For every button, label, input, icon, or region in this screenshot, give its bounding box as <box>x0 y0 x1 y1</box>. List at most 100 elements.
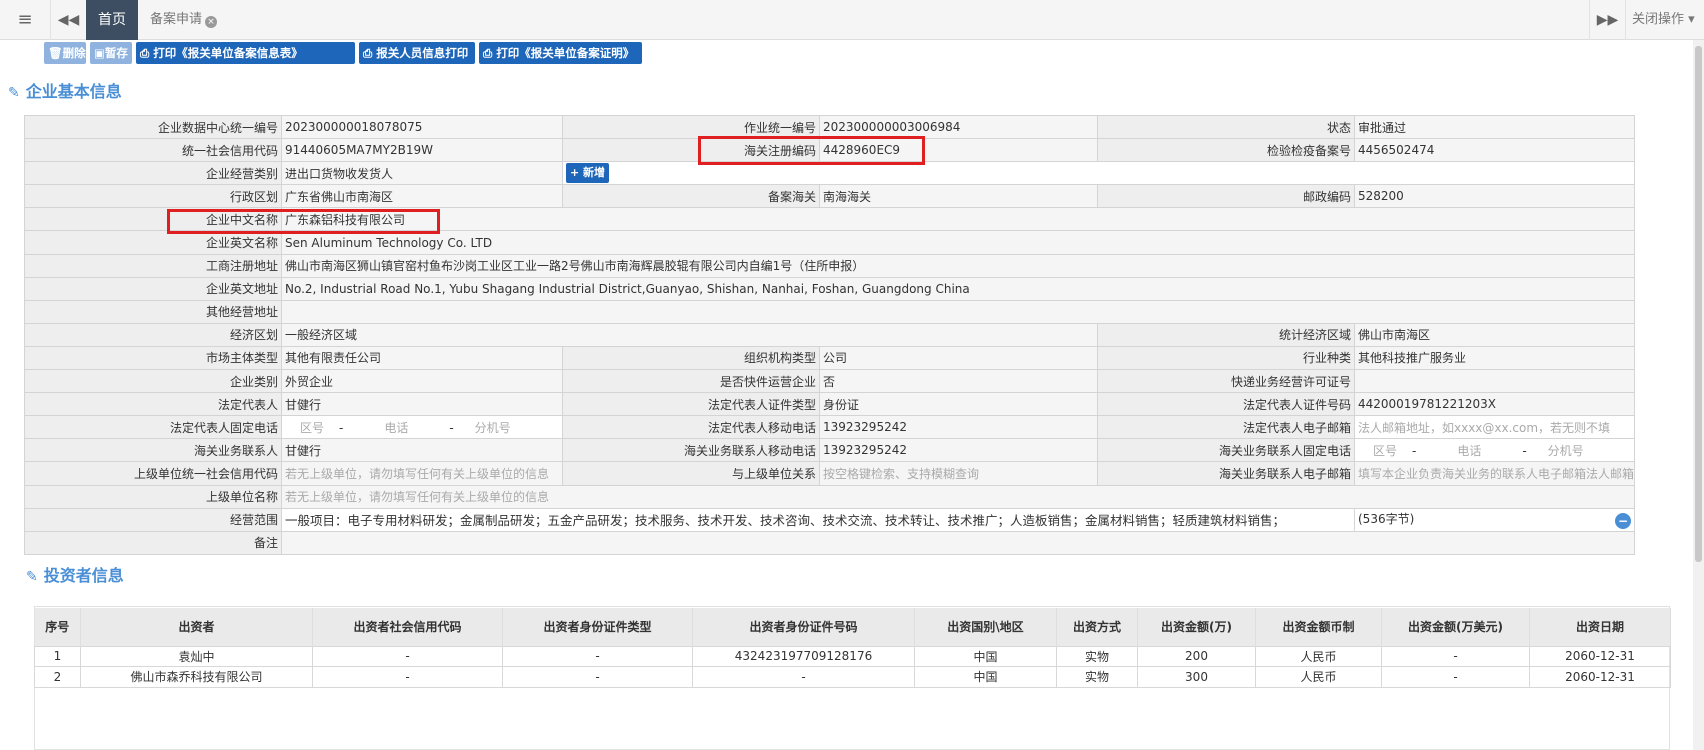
table-row: 统一社会信用代码 91440605MA7MY2B19W 海关注册编码 4428960… <box>24 138 1635 163</box>
field-label: 海关注册编码 <box>562 138 820 163</box>
legal-rep-email-input[interactable]: 法人邮箱地址，如xxxx@xx.com，若无则不填 <box>1354 415 1635 440</box>
field-value: 一般经济区域 <box>281 322 1098 347</box>
field-value: 甘健行 <box>281 438 563 463</box>
print-unit-cert-button[interactable]: ⎙ 打印《报关单位备案证明》 <box>479 42 642 64</box>
column-header: 出资金额币制 <box>1255 608 1382 646</box>
table-row: 备注 <box>24 530 1635 555</box>
column-header: 出资金额(万) <box>1137 608 1256 646</box>
field-label: 检验检疫备案号 <box>1097 138 1355 163</box>
table-row[interactable]: 2 佛山市森乔科技有限公司 - - - 中国 实物 300 人民币 -2060-12-31 <box>34 666 1671 688</box>
menu-icon[interactable]: ≡ <box>0 0 50 40</box>
express-license-field[interactable] <box>1354 369 1635 394</box>
table-row: 经济区划 一般经济区域 统计经济区域 佛山市南海区 <box>24 322 1635 347</box>
field-value: 佛山市南海区 <box>1354 322 1635 347</box>
delete-button[interactable]: 🗑删除 <box>44 42 86 64</box>
byte-count: (536字节) <box>1358 512 1415 527</box>
temp-save-button[interactable]: ▣暂存 <box>90 42 132 64</box>
field-label: 备案海关 <box>562 184 820 209</box>
temp-save-label: 暂存 <box>104 46 128 60</box>
close-tab-icon[interactable]: × <box>205 16 218 28</box>
table-cell: 中国 <box>914 666 1057 688</box>
table-cell: 实物 <box>1056 645 1138 667</box>
extension-input[interactable]: 分机号 <box>1527 442 1605 459</box>
business-scope-counter: (536字节) − <box>1354 507 1635 532</box>
table-row: 企业中文名称 广东森铝科技有限公司 <box>24 207 1635 232</box>
column-header: 出资者身份证件号码 <box>692 608 915 646</box>
company-name-value: 广东森铝科技有限公司 <box>281 207 1635 232</box>
print-personnel-button[interactable]: ⎙ 报关人员信息打印 <box>359 42 475 64</box>
field-label: 统计经济区域 <box>1097 322 1355 347</box>
enterprise-info-table: 企业数据中心统一编号 202300000018078075 作业统一编号 20230… <box>24 114 1635 555</box>
table-row: 工商注册地址 佛山市南海区狮山镇官窑村鱼布沙岗工业区工业一路2号佛山市南海辉晨胶辊… <box>24 253 1635 278</box>
field-value: 4456502474 <box>1354 138 1635 163</box>
contact-email-input[interactable]: 填写本企业负责海关业务的联系人电子邮箱法人邮箱 <box>1354 461 1635 486</box>
parent-name-input[interactable]: 若无上级单位，请勿填写任何有关上级单位的信息 <box>281 484 1635 509</box>
table-cell: 人民币 <box>1255 666 1382 688</box>
tab-filing-application[interactable]: 备案申请 × <box>140 0 232 40</box>
table-row: 企业数据中心统一编号 202300000018078075 作业统一编号 20230… <box>24 114 1635 140</box>
field-value: 公司 <box>819 345 1098 371</box>
table-cell: 人民币 <box>1255 645 1382 667</box>
column-header: 出资国别\地区 <box>914 608 1057 646</box>
field-label: 邮政编码 <box>1097 184 1355 209</box>
table-cell: 300 <box>1137 666 1256 688</box>
print-icon: ⎙ <box>483 46 497 60</box>
basic-info-title: 企业基本信息 <box>25 82 122 101</box>
column-header: 出资日期 <box>1529 608 1671 646</box>
collapse-icon[interactable]: − <box>1615 513 1631 530</box>
tab-filing-application-label: 备案申请 <box>150 12 203 27</box>
table-cell: - <box>502 666 693 688</box>
field-value: 佛山市南海区狮山镇官窑村鱼布沙岗工业区工业一路2号佛山市南海辉晨胶辊有限公司内自… <box>281 253 1635 278</box>
extension-input[interactable]: 分机号 <box>454 419 532 436</box>
field-value <box>281 299 1635 324</box>
field-label: 工商注册地址 <box>24 253 282 278</box>
field-label: 企业经营类别 <box>24 161 282 186</box>
table-row[interactable]: 1 袁灿中 - -432423197709128176 中国 实物 200 人民币 -2060-… <box>34 645 1671 667</box>
legal-rep-phone-field[interactable]: 区号 - 电话 - 分机号 <box>281 415 563 440</box>
phone-input[interactable]: 电话 <box>343 419 449 436</box>
field-label: 统一社会信用代码 <box>24 138 282 163</box>
scroll-tabs-left-icon[interactable]: ◀◀ <box>50 0 86 40</box>
field-label: 海关业务联系人 <box>24 438 282 463</box>
table-cell: - <box>1381 666 1530 688</box>
print-unit-info-button[interactable]: ⎙ 打印《报关单位备案信息表》 <box>136 42 355 64</box>
tab-home[interactable]: 首页 <box>86 0 138 40</box>
table-cell: 佛山市森乔科技有限公司 <box>80 666 313 688</box>
field-value: 其他科技推广服务业 <box>1354 345 1635 371</box>
edit-icon: ✎ <box>8 85 20 101</box>
add-category-button[interactable]: + 新增 <box>566 163 610 184</box>
parent-relation-input[interactable]: 按空格键检索、支持模糊查询 <box>819 461 1098 486</box>
table-row: 企业经营类别 进出口货物收发货人 + 新增 <box>24 161 1635 186</box>
trash-icon: 🗑 <box>48 46 63 60</box>
table-row: 法定代表人固定电话 区号 - 电话 - 分机号 法定代表人移动电话 13923295242… <box>24 415 1635 440</box>
field-value: 13923295242 <box>819 438 1098 463</box>
investor-table-header: 序号 出资者 出资者社会信用代码 出资者身份证件类型 出资者身份证件号码 出资国别\地区出… <box>34 608 1671 646</box>
field-label: 备注 <box>24 530 282 555</box>
business-scope-input[interactable]: 一般项目：电子专用材料研发；金属制品研发；五金产品研发；技术服务、技术开发、技术… <box>281 507 1355 532</box>
customs-code-value: 4428960EC9 <box>819 138 1098 163</box>
area-code-input[interactable]: 区号 <box>1358 442 1412 459</box>
scroll-tabs-right-icon[interactable]: ▶▶ <box>1589 0 1625 40</box>
table-row: 其他经营地址 <box>24 299 1635 324</box>
contact-phone-field[interactable]: 区号 - 电话 - 分机号 <box>1354 438 1635 463</box>
field-label: 状态 <box>1097 114 1355 140</box>
print-icon: ⎙ <box>363 46 377 60</box>
area-code-input[interactable]: 区号 <box>285 419 339 436</box>
close-operations-dropdown[interactable]: 关闭操作 ▾ <box>1625 0 1704 40</box>
parent-credit-code-input[interactable]: 若无上级单位，请勿填写任何有关上级单位的信息 <box>281 461 563 486</box>
column-header: 出资方式 <box>1056 608 1138 646</box>
close-operations-label: 关闭操作 <box>1632 12 1685 27</box>
remarks-input[interactable] <box>281 530 1635 555</box>
table-row: 市场主体类型 其他有限责任公司 组织机构类型 公司 行业种类 其他科技推广服务业 <box>24 345 1635 371</box>
table-row: 企业英文名称 Sen Aluminum Technology Co. LTD <box>24 230 1635 255</box>
delete-label: 删除 <box>62 46 86 60</box>
table-cell: 实物 <box>1056 666 1138 688</box>
table-cell: - <box>692 666 915 688</box>
field-label: 快递业务经营许可证号 <box>1097 369 1355 394</box>
field-label: 企业英文地址 <box>24 276 282 301</box>
scrollbar-thumb[interactable] <box>1695 46 1702 562</box>
field-value: No.2, Industrial Road No.1, Yubu Shagang… <box>281 276 1635 301</box>
phone-input[interactable]: 电话 <box>1416 442 1522 459</box>
investor-info-title: 投资者信息 <box>43 566 124 585</box>
field-label: 海关业务联系人固定电话 <box>1097 438 1355 463</box>
